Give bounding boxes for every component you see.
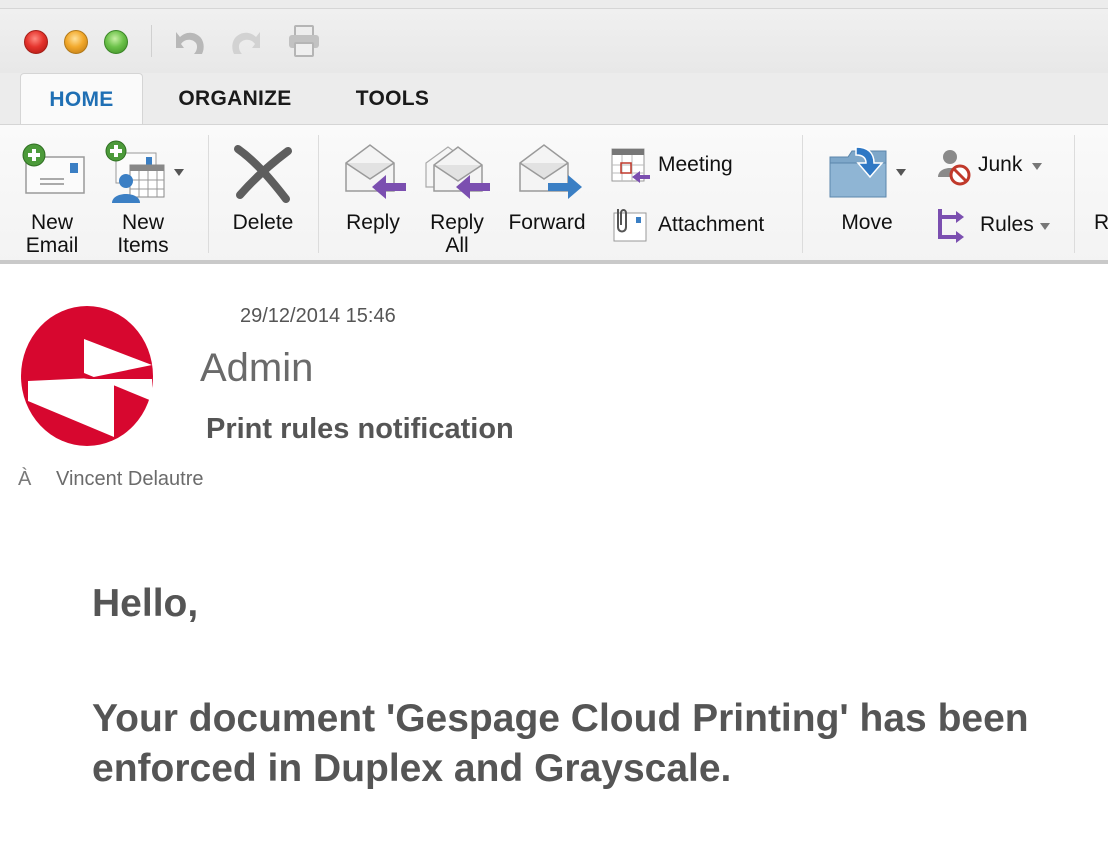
message-date: 29/12/2014 15:46 [240,305,396,327]
meeting-button[interactable]: Meeting [610,147,750,187]
message-greeting: Hello, [92,582,199,625]
minimize-window-button[interactable] [64,30,88,54]
ribbon-tabs: HOME ORGANIZE TOOLS [0,73,1108,126]
attachment-label: Attachment [658,213,765,236]
forward-button[interactable]: Forward [504,135,590,255]
truncated-ribbon-button[interactable]: R [1094,211,1108,234]
reply-icon [342,141,408,203]
redo-icon[interactable] [228,24,264,58]
new-email-icon [20,141,86,197]
sender-name[interactable]: Admin [200,346,313,391]
rules-icon [934,205,974,245]
recipient-name[interactable]: Vincent Delautre [56,468,204,491]
forward-label: Forward [508,211,586,234]
maximize-window-button[interactable] [104,30,128,54]
attachment-icon [610,205,650,245]
delete-icon [232,143,294,203]
new-email-label-2: Email [25,234,79,257]
move-folder-icon [828,143,890,201]
ribbon: New Email New Items Delete Reply Reply A… [0,124,1108,264]
meeting-label: Meeting [658,153,733,176]
attachment-button[interactable]: Attachment [610,205,780,245]
ribbon-group-divider [1074,135,1075,253]
message-subject: Print rules notification [206,413,514,445]
delete-label: Delete [232,211,294,234]
sender-avatar [20,305,154,447]
tab-home[interactable]: HOME [20,73,143,126]
reply-label: Reply [346,211,400,234]
reply-all-label-2: All [445,234,469,257]
meeting-icon [610,147,650,187]
new-items-label-1: New [121,211,164,234]
reply-all-label-1: Reply [430,211,484,234]
toolbar-divider [151,25,152,57]
move-label: Move [841,211,893,234]
delete-button[interactable]: Delete [222,135,304,255]
junk-button[interactable]: Junk [934,147,1054,187]
junk-label: Junk [978,153,1023,176]
junk-icon [934,147,974,187]
title-bar [0,9,1108,73]
print-icon[interactable] [286,24,322,58]
ribbon-group-divider [802,135,803,253]
reply-button[interactable]: Reply [336,135,410,255]
recipient-label: À [18,468,32,490]
rules-label: Rules [980,213,1034,236]
move-button[interactable]: Move [822,135,918,255]
rules-button[interactable]: Rules [934,205,1064,245]
ribbon-group-divider [208,135,209,253]
message-body: Your document 'Gespage Cloud Printing' h… [92,697,1029,790]
chevron-down-icon[interactable] [174,169,184,176]
new-items-icon [102,139,168,205]
new-items-button[interactable]: New Items [100,135,192,257]
chevron-down-icon[interactable] [1032,163,1042,170]
chevron-down-icon[interactable] [896,169,906,176]
tab-organize[interactable]: ORGANIZE [160,73,310,125]
new-items-label-2: Items [117,234,169,257]
new-email-button[interactable]: New Email [14,135,90,257]
close-window-button[interactable] [24,30,48,54]
tab-tools[interactable]: TOOLS [340,73,445,125]
chevron-down-icon[interactable] [1040,223,1050,230]
ribbon-group-divider [318,135,319,253]
new-email-label-1: New [30,211,73,234]
reply-all-icon [424,141,492,203]
undo-icon[interactable] [172,24,208,58]
reply-all-button[interactable]: Reply All [420,135,494,257]
forward-icon [516,141,584,203]
